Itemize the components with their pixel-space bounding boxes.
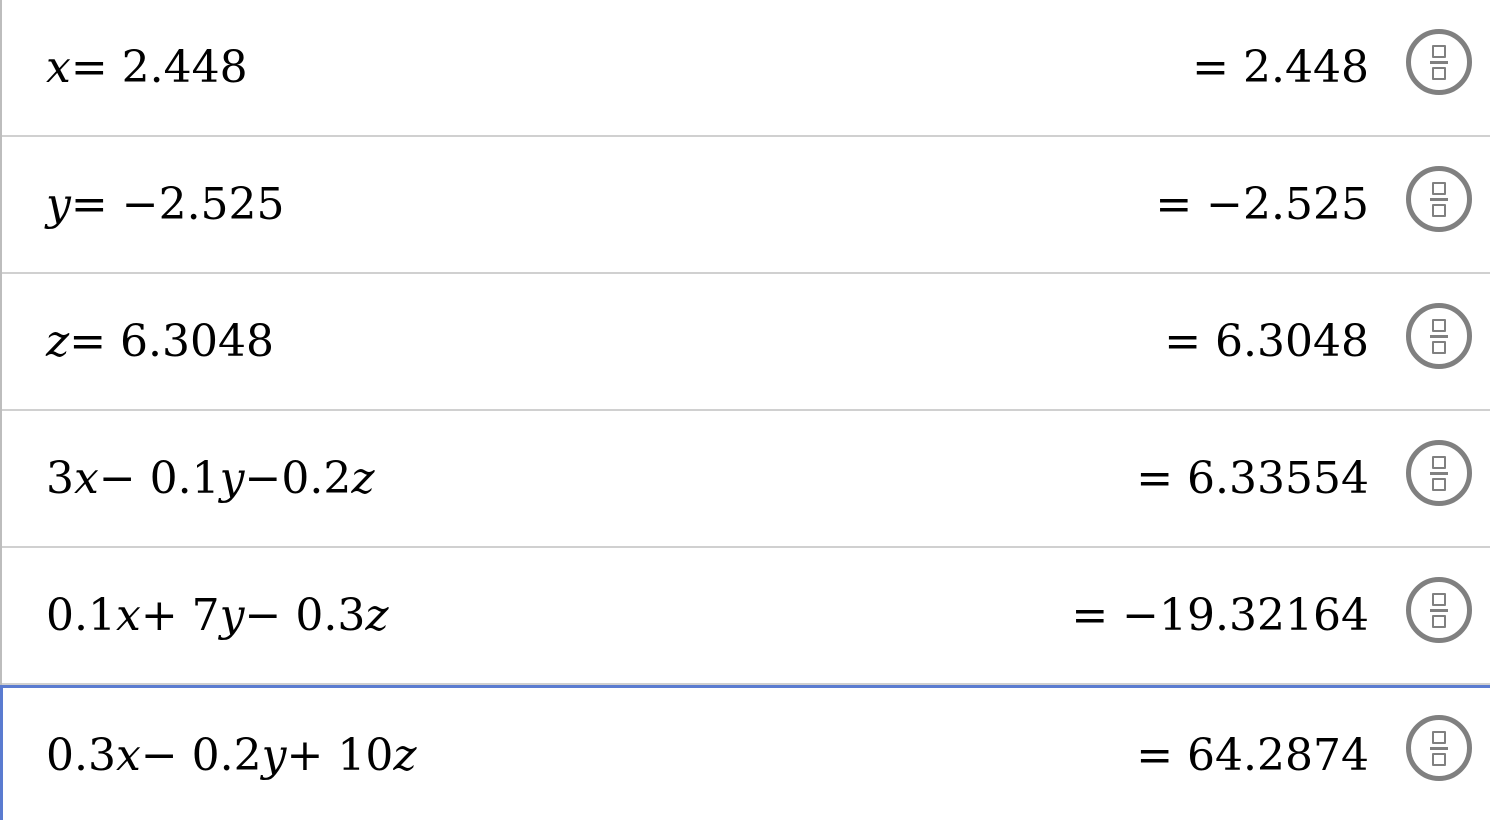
fraction-toggle-button[interactable] bbox=[1406, 577, 1472, 643]
evaluation-result: = 2.448 bbox=[1192, 42, 1369, 93]
variable: z bbox=[365, 590, 389, 641]
expression-text: − 0.2 bbox=[140, 730, 262, 781]
evaluation-result: = 6.33554 bbox=[1136, 453, 1369, 504]
expression-text: − 0.1 bbox=[98, 453, 220, 504]
expression-list: x = 2.448 = 2.448 y = −2.525 = −2.525 z … bbox=[0, 0, 1490, 820]
expression-input[interactable]: x = 2.448 bbox=[46, 0, 248, 135]
expression-input[interactable]: 0.1 x + 7y − 0.3 z bbox=[46, 548, 389, 683]
fraction-toggle-icon bbox=[1430, 730, 1448, 766]
expression-input[interactable]: 0.3 x − 0.2 y + 10 z bbox=[46, 688, 417, 820]
expression-row[interactable]: 3x − 0.1 y −0.2 z = 6.33554 bbox=[2, 411, 1490, 548]
evaluation-result: = −19.32164 bbox=[1071, 590, 1369, 641]
fraction-toggle-icon bbox=[1430, 592, 1448, 628]
expression-text: 0.1 bbox=[46, 590, 116, 641]
variable: y bbox=[219, 590, 245, 641]
fraction-toggle-button[interactable] bbox=[1406, 166, 1472, 232]
expression-input[interactable]: y = −2.525 bbox=[46, 137, 285, 272]
expression-input[interactable]: z = 6.3048 bbox=[46, 274, 274, 409]
variable: z bbox=[393, 730, 417, 781]
expression-row[interactable]: y = −2.525 = −2.525 bbox=[2, 137, 1490, 274]
expression-text: 0.3 bbox=[46, 730, 116, 781]
variable: y bbox=[46, 179, 71, 230]
expression-text: = 2.448 bbox=[70, 42, 248, 93]
fraction-toggle-button[interactable] bbox=[1406, 303, 1472, 369]
expression-text: = 6.3048 bbox=[69, 316, 274, 367]
fraction-toggle-button[interactable] bbox=[1406, 440, 1472, 506]
expression-row[interactable]: z = 6.3048 = 6.3048 bbox=[2, 274, 1490, 411]
expression-text: − 0.3 bbox=[244, 590, 366, 641]
variable: x bbox=[46, 42, 71, 93]
variable: y bbox=[219, 453, 245, 504]
variable: z bbox=[46, 316, 70, 367]
fraction-toggle-button[interactable] bbox=[1406, 29, 1472, 95]
variable: z bbox=[351, 453, 375, 504]
fraction-toggle-icon bbox=[1430, 455, 1448, 491]
expression-text: + 10 bbox=[286, 730, 394, 781]
expression-text: 3 bbox=[46, 453, 74, 504]
expression-text: + 7 bbox=[140, 590, 220, 641]
evaluation-result: = 6.3048 bbox=[1164, 316, 1369, 367]
expression-row[interactable]: 0.1 x + 7y − 0.3 z = −19.32164 bbox=[2, 548, 1490, 685]
expression-row-active[interactable]: 0.3 x − 0.2 y + 10 z = 64.2874 bbox=[0, 685, 1490, 820]
fraction-toggle-button[interactable] bbox=[1406, 715, 1472, 781]
variable: y bbox=[261, 730, 287, 781]
fraction-toggle-icon bbox=[1430, 181, 1448, 217]
fraction-toggle-icon bbox=[1430, 318, 1448, 354]
evaluation-result: = 64.2874 bbox=[1136, 730, 1369, 781]
variable: x bbox=[115, 590, 141, 641]
expression-text: = −2.525 bbox=[70, 179, 285, 230]
expression-row[interactable]: x = 2.448 = 2.448 bbox=[2, 0, 1490, 137]
variable: x bbox=[74, 453, 99, 504]
evaluation-result: = −2.525 bbox=[1155, 179, 1369, 230]
variable: x bbox=[115, 730, 141, 781]
fraction-toggle-icon bbox=[1430, 44, 1448, 80]
expression-text: −0.2 bbox=[244, 453, 352, 504]
expression-input[interactable]: 3x − 0.1 y −0.2 z bbox=[46, 411, 375, 546]
